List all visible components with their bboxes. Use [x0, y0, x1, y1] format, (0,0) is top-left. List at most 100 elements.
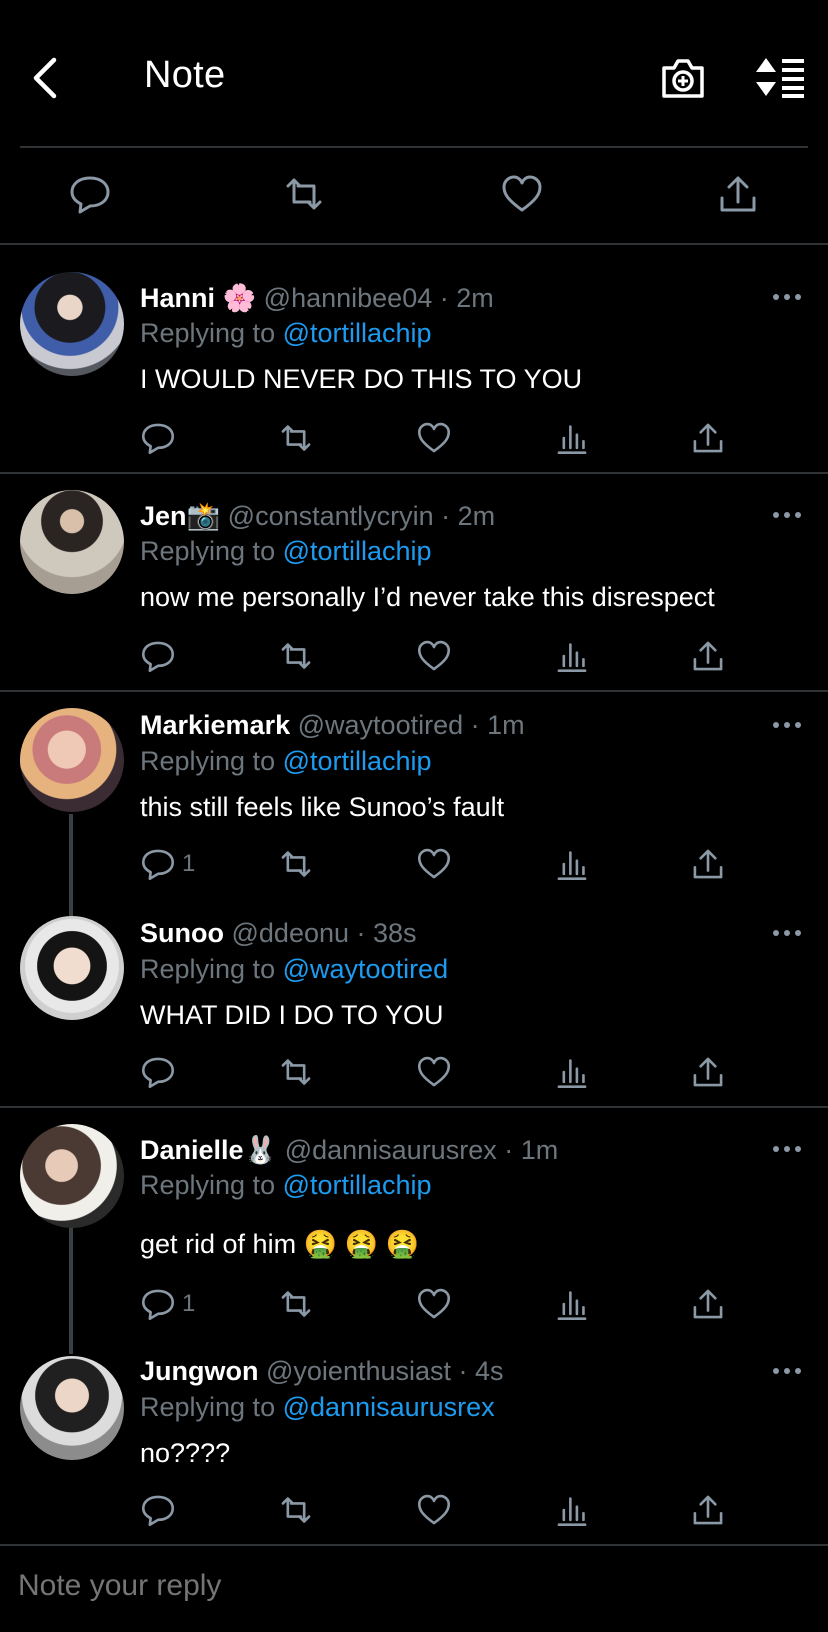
share-button[interactable]	[690, 1054, 726, 1090]
tweet-text: no????	[140, 1438, 231, 1468]
retweet-button[interactable]	[278, 1492, 314, 1528]
retweet-button[interactable]	[278, 638, 314, 674]
retweet-button[interactable]	[278, 1286, 314, 1322]
avatar[interactable]	[20, 272, 124, 376]
reply-icon	[141, 849, 175, 881]
name-emoji: 🌸	[222, 283, 257, 313]
timestamp: · 1m	[504, 1135, 559, 1165]
reply-button[interactable]	[140, 1054, 176, 1090]
sort-button[interactable]	[754, 56, 806, 98]
retweet-button[interactable]	[278, 420, 314, 456]
divider	[0, 472, 828, 474]
back-button[interactable]	[28, 56, 64, 100]
note-action-bar	[0, 148, 828, 244]
like-button[interactable]	[416, 1054, 452, 1090]
display-name[interactable]: Hanni	[140, 283, 215, 313]
avatar[interactable]	[20, 916, 124, 1020]
analytics-button[interactable]	[554, 1286, 590, 1322]
analytics-button[interactable]	[554, 1492, 590, 1528]
retweet-button[interactable]	[278, 1054, 314, 1090]
more-button[interactable]	[772, 1366, 802, 1376]
handle[interactable]: @dannisaurusrex	[285, 1135, 497, 1165]
display-name[interactable]: Jen	[140, 501, 187, 531]
share-icon	[720, 176, 756, 212]
display-name[interactable]: Sunoo	[140, 918, 224, 948]
reply-button[interactable]	[140, 420, 176, 456]
reply-button[interactable]	[68, 172, 112, 216]
replying-label: Replying to	[140, 954, 276, 984]
analytics-icon	[557, 851, 587, 881]
reply-icon	[70, 176, 110, 214]
tweet-text: get rid of him 🤮 🤮 🤮	[140, 1229, 420, 1259]
reply-tweet[interactable]: Markiemark @waytootired · 1m Replying to…	[0, 698, 828, 898]
reply-tweet[interactable]: Hanni 🌸 @hannibee04 · 2m Replying to @to…	[0, 262, 828, 472]
more-button[interactable]	[772, 928, 802, 938]
analytics-button[interactable]	[554, 1054, 590, 1090]
like-button[interactable]	[500, 172, 544, 216]
retweet-icon	[281, 851, 311, 877]
more-dots-icon	[773, 930, 801, 936]
mention-link[interactable]: @tortillachip	[283, 1170, 432, 1200]
more-button[interactable]	[772, 1144, 802, 1154]
reply-button[interactable]	[140, 846, 176, 882]
like-icon	[417, 422, 451, 453]
handle[interactable]: @constantlycryin	[228, 501, 434, 531]
replying-label: Replying to	[140, 746, 276, 776]
handle[interactable]: @ddeonu	[232, 918, 350, 948]
like-button[interactable]	[416, 638, 452, 674]
mention-link[interactable]: @tortillachip	[283, 746, 432, 776]
camera-button[interactable]	[660, 56, 706, 100]
more-button[interactable]	[772, 720, 802, 730]
handle[interactable]: @hannibee04	[264, 283, 433, 313]
tweet-text: WHAT DID I DO TO YOU	[140, 1000, 444, 1030]
divider	[0, 690, 828, 692]
replying-label: Replying to	[140, 1170, 276, 1200]
like-button[interactable]	[416, 1492, 452, 1528]
reply-tweet[interactable]: Sunoo @ddeonu · 38s Replying to @waytoot…	[0, 906, 828, 1106]
replying-label: Replying to	[140, 318, 276, 348]
timestamp: · 1m	[470, 710, 525, 740]
analytics-button[interactable]	[554, 638, 590, 674]
share-button[interactable]	[690, 1286, 726, 1322]
reply-tweet[interactable]: Danielle🐰 @dannisaurusrex · 1m Replying …	[0, 1114, 828, 1338]
avatar[interactable]	[20, 708, 124, 812]
tweet-text: now me personally I’d never take this di…	[140, 582, 715, 612]
mention-link[interactable]: @tortillachip	[283, 536, 432, 566]
handle[interactable]: @yoienthusiast	[266, 1356, 451, 1386]
reply-button[interactable]	[140, 1286, 176, 1322]
mention-link[interactable]: @waytootired	[283, 954, 448, 984]
more-button[interactable]	[772, 292, 802, 302]
analytics-button[interactable]	[554, 846, 590, 882]
display-name[interactable]: Danielle	[140, 1135, 244, 1165]
analytics-button[interactable]	[554, 420, 590, 456]
retweet-button[interactable]	[278, 846, 314, 882]
like-icon	[417, 1056, 451, 1087]
share-button[interactable]	[690, 1492, 726, 1528]
mention-link[interactable]: @dannisaurusrex	[283, 1392, 495, 1422]
share-button[interactable]	[716, 172, 760, 216]
display-name[interactable]: Markiemark	[140, 710, 290, 740]
mention-link[interactable]: @tortillachip	[283, 318, 432, 348]
share-button[interactable]	[690, 638, 726, 674]
avatar[interactable]	[20, 490, 124, 594]
more-button[interactable]	[772, 510, 802, 520]
reply-icon	[141, 641, 175, 673]
retweet-button[interactable]	[282, 172, 326, 216]
avatar[interactable]	[20, 1124, 124, 1228]
retweet-icon	[281, 1291, 311, 1317]
like-icon	[417, 640, 451, 671]
like-button[interactable]	[416, 420, 452, 456]
like-button[interactable]	[416, 846, 452, 882]
like-button[interactable]	[416, 1286, 452, 1322]
reply-button[interactable]	[140, 1492, 176, 1528]
handle[interactable]: @waytootired	[298, 710, 463, 740]
reply-tweet[interactable]: Jungwon @yoienthusiast · 4s Replying to …	[0, 1346, 828, 1546]
avatar[interactable]	[20, 1356, 124, 1460]
share-button[interactable]	[690, 420, 726, 456]
replying-label: Replying to	[140, 536, 276, 566]
reply-button[interactable]	[140, 638, 176, 674]
share-button[interactable]	[690, 846, 726, 882]
display-name[interactable]: Jungwon	[140, 1356, 258, 1386]
reply-tweet[interactable]: Jen📸 @constantlycryin · 2m Replying to @…	[0, 480, 828, 690]
reply-input[interactable]	[16, 1568, 800, 1604]
